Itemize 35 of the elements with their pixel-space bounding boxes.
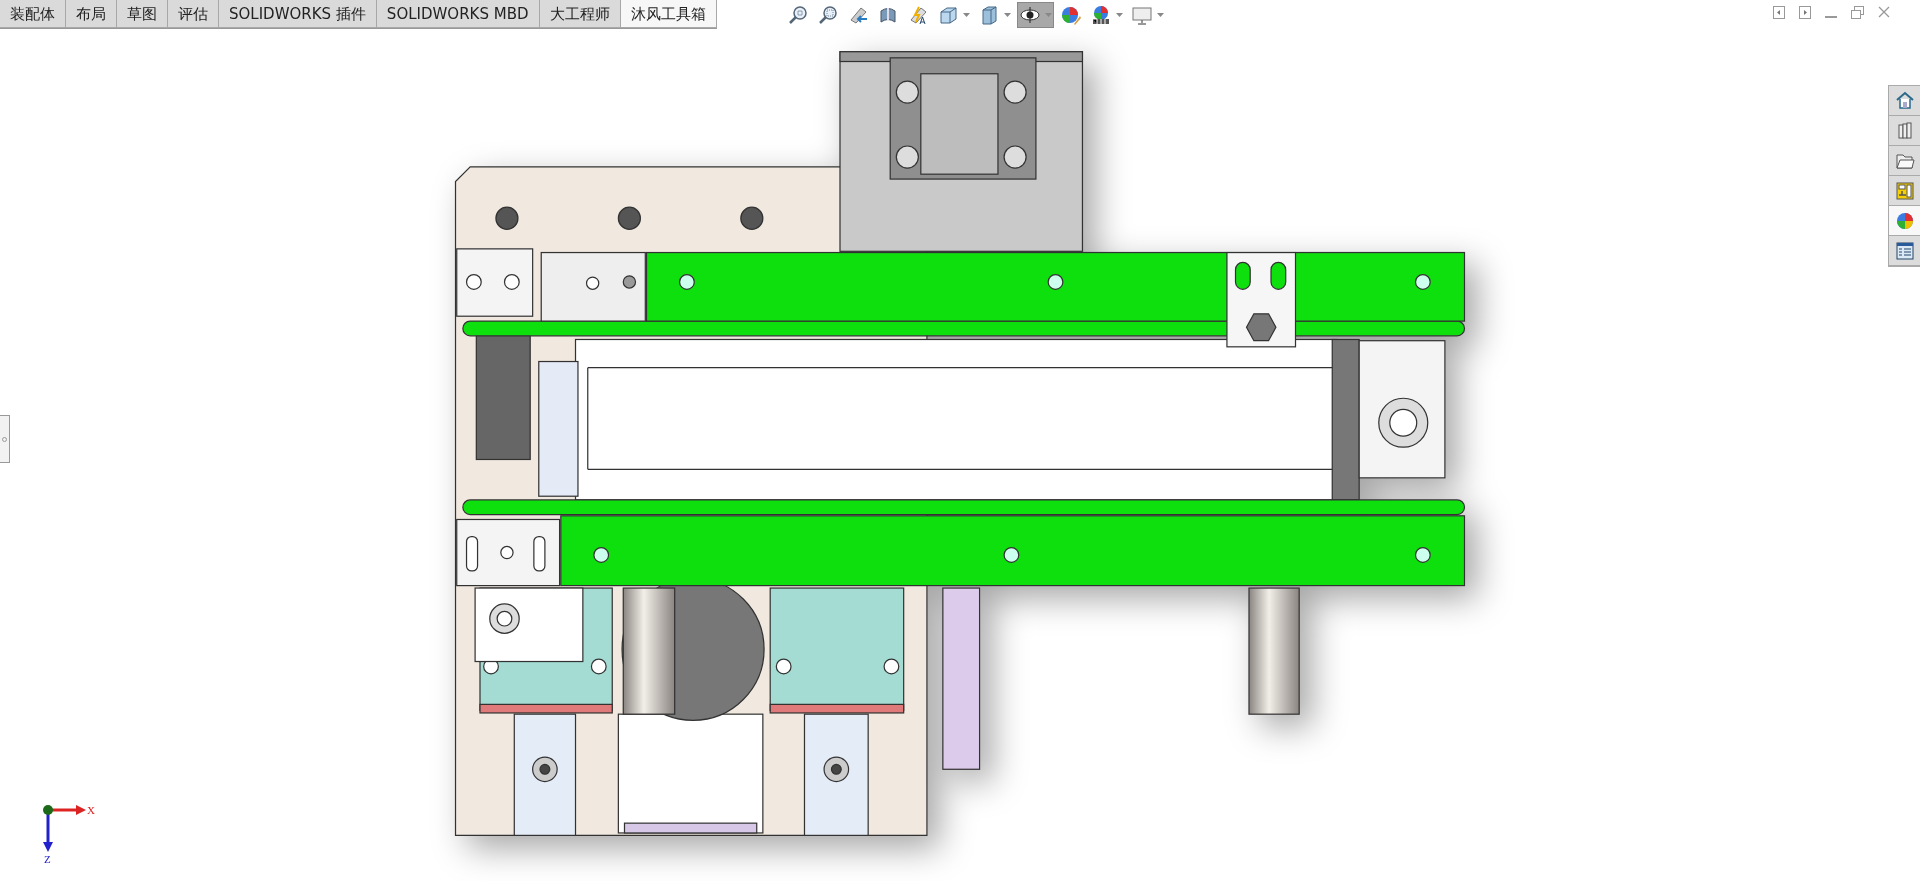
ribbon-tab[interactable]: 评估	[168, 0, 219, 28]
eye-button[interactable]	[1017, 2, 1054, 28]
books-tab[interactable]	[1889, 116, 1920, 146]
zoom-fit-icon	[787, 4, 809, 26]
panel-handle[interactable]	[0, 415, 10, 463]
color-ball-tab[interactable]	[1889, 206, 1920, 236]
layout-tab[interactable]	[1889, 176, 1920, 206]
ribbon-tab[interactable]: SOLIDWORKS 插件	[219, 0, 377, 28]
ribbon-tab[interactable]: 布局	[66, 0, 117, 28]
zoom-area-icon	[817, 4, 839, 26]
scene-icon	[1090, 4, 1112, 26]
cube-icon	[937, 4, 959, 26]
circle-icon	[2, 436, 7, 442]
folder-tab[interactable]	[1889, 146, 1920, 176]
caret-icon[interactable]	[1004, 13, 1011, 17]
restore-icon[interactable]	[1851, 6, 1864, 19]
close-icon[interactable]	[1878, 6, 1890, 18]
caret-icon[interactable]	[1157, 13, 1164, 17]
next-window-icon[interactable]	[1799, 6, 1811, 19]
eye-icon	[1019, 4, 1041, 26]
caret-icon[interactable]	[963, 13, 970, 17]
monitor-icon	[1131, 4, 1153, 26]
previous-window-icon[interactable]	[1773, 6, 1785, 19]
ribbon-tab[interactable]: 沐风工具箱	[620, 0, 717, 28]
home-tab[interactable]	[1889, 86, 1920, 116]
ribbon-tab[interactable]: SOLIDWORKS MBD	[376, 0, 540, 28]
ribbon-tab[interactable]: 大工程师	[539, 0, 621, 28]
layout-icon	[1893, 179, 1916, 202]
axis-triad-drawing: X Z	[38, 800, 98, 864]
ribbon-tab[interactable]: 草图	[117, 0, 168, 28]
color-ball-icon	[1060, 4, 1082, 26]
list-tab[interactable]	[1889, 236, 1920, 266]
caret-icon[interactable]	[1116, 13, 1123, 17]
ribbon-tab[interactable]: 装配体	[0, 0, 66, 28]
list-icon	[1893, 239, 1916, 262]
